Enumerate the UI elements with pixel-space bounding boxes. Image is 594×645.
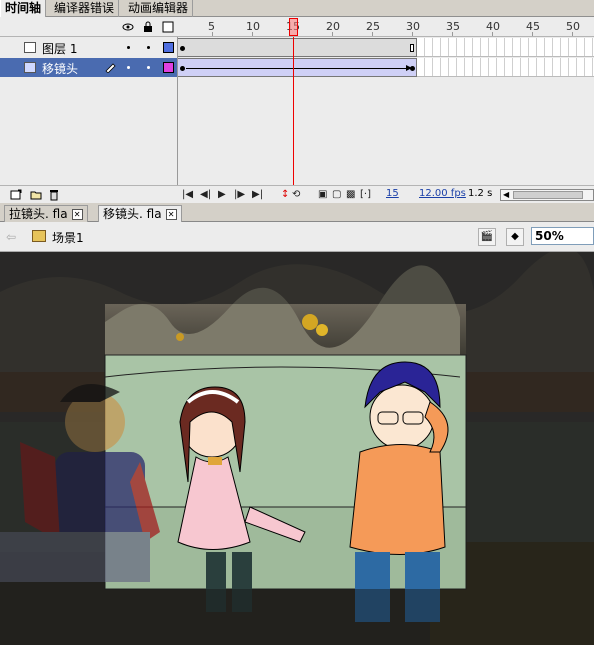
frame-span[interactable] (178, 38, 417, 57)
layer-name: 图层 1 (42, 42, 78, 56)
scroll-left-icon[interactable]: ◀ (503, 190, 509, 199)
edit-symbols-button[interactable]: ◆ (506, 228, 524, 246)
onion-outline-icon[interactable]: ▢ (332, 189, 341, 201)
layer-row-1[interactable]: 图层 1 (0, 38, 178, 57)
visibility-dot[interactable] (127, 66, 130, 69)
timeline-controls: |◀ ◀| ▶ |▶ ▶| ↕ ⟲ ▣ ▢ ▩ [·] 15 12.00 fps… (0, 185, 594, 203)
keyframe[interactable] (180, 46, 185, 51)
layer-2-frames[interactable] (178, 58, 594, 77)
doc-tab-pull-camera[interactable]: 拉镜头. fla ✕ (4, 205, 88, 222)
lock-icon[interactable] (142, 21, 154, 33)
doc-tab-label: 拉镜头. fla (9, 207, 68, 221)
ruler-label: 50 (566, 20, 580, 33)
ruler-tick (452, 32, 453, 36)
timeline-panel: 5 10 15 20 25 30 35 40 45 50 (0, 17, 594, 185)
layer-icon (24, 62, 36, 73)
layer-1-frames[interactable] (178, 38, 594, 57)
close-icon[interactable]: ✕ (71, 209, 83, 220)
lock-dot[interactable] (147, 46, 150, 49)
play-button[interactable]: ▶ (218, 189, 226, 201)
go-to-first-frame-button[interactable]: |◀ (182, 189, 193, 201)
layer-row-2[interactable]: 移镜头 (0, 58, 178, 77)
motion-tween-span[interactable] (178, 58, 417, 77)
stage-artwork (0, 252, 594, 645)
center-frame-icon[interactable]: ↕ (281, 189, 289, 201)
ruler-tick (212, 32, 213, 36)
edit-scene-button[interactable]: 🎬 (478, 228, 496, 246)
scene-icon (32, 230, 46, 242)
layer-outline-color[interactable] (163, 62, 174, 73)
timeline-header: 5 10 15 20 25 30 35 40 45 50 (0, 17, 594, 37)
ruler-label: 10 (246, 20, 260, 33)
outline-icon[interactable] (162, 21, 174, 33)
layer-divider[interactable] (177, 37, 178, 185)
scroll-thumb[interactable] (513, 191, 583, 199)
ruler-tick (252, 32, 253, 36)
end-frame[interactable] (410, 44, 414, 52)
edit-multiple-frames-icon[interactable]: ▩ (346, 189, 355, 201)
ruler-label: 25 (366, 20, 380, 33)
loop-icon[interactable]: ⟲ (292, 189, 300, 201)
ruler-tick (532, 32, 533, 36)
layer-name: 移镜头 (42, 62, 79, 76)
ruler-tick (492, 32, 493, 36)
pencil-icon (104, 61, 116, 76)
playhead-handle[interactable] (289, 18, 298, 36)
keyframe[interactable] (410, 66, 415, 71)
step-back-button[interactable]: ◀| (200, 189, 211, 201)
go-to-last-frame-button[interactable]: ▶| (252, 189, 263, 201)
close-icon[interactable]: ✕ (165, 209, 177, 220)
empty-frames[interactable] (417, 38, 594, 57)
keyframe[interactable] (180, 66, 185, 71)
playhead-line (293, 37, 294, 185)
current-frame-readout[interactable]: 15 (386, 188, 399, 199)
zoom-field[interactable]: 50% (531, 227, 594, 245)
panel-tab-bar: 时间轴 编译器错误 动画编辑器 (0, 0, 594, 17)
tab-timeline[interactable]: 时间轴 (0, 0, 47, 17)
ruler-label: 40 (486, 20, 500, 33)
document-tab-bar: 拉镜头. fla ✕ 移镜头. fla ✕ (0, 203, 594, 222)
ruler-tick (572, 32, 573, 36)
tab-motion-editor[interactable]: 动画编辑器 (124, 0, 194, 17)
visibility-dot[interactable] (127, 46, 130, 49)
timeline-horizontal-scrollbar[interactable]: ◀ (500, 189, 594, 201)
empty-frames[interactable] (417, 58, 594, 77)
frame-ruler[interactable]: 5 10 15 20 25 30 35 40 45 50 (178, 17, 594, 37)
fps-readout[interactable]: 12.00 fps (419, 188, 466, 199)
doc-tab-move-camera[interactable]: 移镜头. fla ✕ (98, 205, 182, 222)
edit-bar: ⇦ 场景1 🎬 ◆ 50% (0, 222, 594, 252)
eye-icon[interactable] (122, 21, 134, 33)
ruler-label: 45 (526, 20, 540, 33)
tab-compiler-errors[interactable]: 编译器错误 (50, 0, 120, 17)
onion-skin-icon[interactable]: ▣ (318, 189, 327, 201)
ruler-label: 35 (446, 20, 460, 33)
back-arrow-icon[interactable]: ⇦ (6, 230, 16, 244)
ruler-label: 20 (326, 20, 340, 33)
elapsed-time-readout: 1.2 s (468, 188, 493, 199)
layer-outline-color[interactable] (163, 42, 174, 53)
modify-markers-icon[interactable]: [·] (360, 189, 371, 201)
doc-tab-label: 移镜头. fla (103, 207, 162, 221)
ruler-tick (412, 32, 413, 36)
tween-arrow (186, 68, 412, 69)
stage-canvas[interactable] (0, 252, 594, 645)
scene-name: 场景1 (52, 231, 84, 245)
step-forward-button[interactable]: |▶ (234, 189, 245, 201)
layer-icon (24, 42, 36, 53)
lock-dot[interactable] (147, 66, 150, 69)
flash-window: 时间轴 编译器错误 动画编辑器 5 10 15 20 25 30 35 4 (0, 0, 594, 645)
ruler-tick (372, 32, 373, 36)
ruler-tick (332, 32, 333, 36)
ruler-label: 30 (406, 20, 420, 33)
